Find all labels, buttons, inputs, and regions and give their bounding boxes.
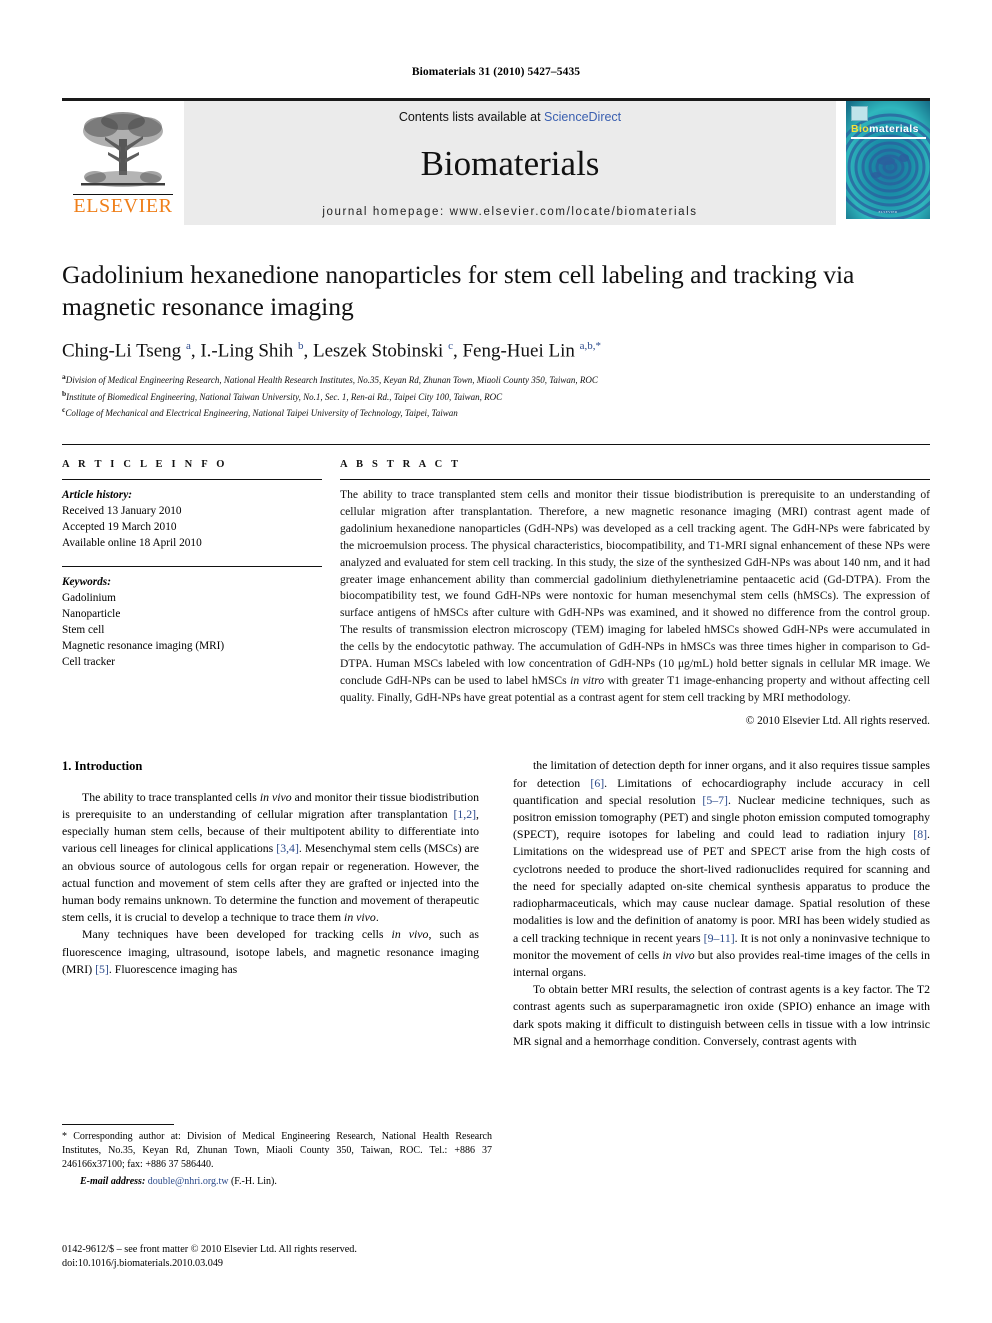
body-column-left: 1. Introduction The ability to trace tra… [62, 757, 479, 1050]
citation-reference[interactable]: [9–11] [704, 931, 735, 945]
article-history-label: Article history: [62, 489, 132, 502]
affiliation-text: Collage of Mechanical and Electrical Eng… [65, 407, 458, 418]
citation-reference[interactable]: [3,4] [276, 841, 299, 855]
affiliation-item: cCollage of Mechanical and Electrical En… [62, 404, 930, 420]
email-label: E-mail address: [80, 1175, 146, 1187]
article-history-item: Received 13 January 2010 [62, 505, 182, 518]
article-info-rule [62, 479, 322, 481]
footnote-rule [62, 1124, 174, 1125]
elsevier-logo: ELSEVIER [62, 101, 184, 225]
masthead-center-band: Contents lists available at ScienceDirec… [184, 101, 836, 225]
journal-masthead: ELSEVIER Contents lists available at Sci… [62, 98, 930, 225]
cover-title-bio: Bio [851, 123, 870, 135]
latin-phrase: in vivo [259, 789, 292, 804]
journal-title: Biomaterials [420, 143, 600, 183]
affiliation-item: aDivision of Medical Engineering Researc… [62, 371, 930, 387]
article-history-item: Accepted 19 March 2010 [62, 521, 177, 534]
citation-reference[interactable]: [6] [590, 776, 604, 790]
citation-reference[interactable]: [5] [95, 962, 109, 976]
section-heading-introduction: 1. Introduction [62, 759, 143, 774]
cover-publisher-mark [851, 106, 868, 121]
affiliation-item: bInstitute of Biomedical Engineering, Na… [62, 388, 930, 404]
body-paragraph: To obtain better MRI results, the select… [513, 982, 930, 1048]
title-block: Gadolinium hexanedione nanoparticles for… [62, 259, 930, 420]
body-paragraph: Many techniques have been developed for … [62, 927, 479, 976]
footnote-block: * Corresponding author at: Division of M… [62, 1124, 492, 1189]
cover-title: Biomaterials [851, 123, 919, 135]
latin-phrase: in vitro [570, 673, 605, 687]
body-paragraph: the limitation of detection depth for in… [513, 758, 931, 979]
keyword-item: Magnetic resonance imaging (MRI) [62, 640, 225, 653]
contents-prefix: Contents lists available at [398, 110, 545, 124]
keywords-label: Keywords: [62, 576, 111, 589]
imprint-line-2: doi:10.1016/j.biomaterials.2010.03.049 [62, 1258, 224, 1270]
running-head: Biomaterials 31 (2010) 5427–5435 [411, 66, 581, 78]
cover-divider [851, 137, 926, 139]
article-history-item: Available online 18 April 2010 [62, 537, 202, 550]
article-info-column: A R T I C L E I N F O Article history: R… [62, 459, 340, 727]
cover-footer-text: ELSEVIER [878, 210, 898, 214]
affiliation-text: Division of Medical Engineering Research… [65, 375, 598, 386]
imprint-line-1: 0142-9612/$ – see front matter © 2010 El… [62, 1244, 357, 1255]
latin-phrase: in vivo [344, 910, 376, 925]
cover-title-rest: materials [869, 123, 919, 135]
affiliation-text: Institute of Biomedical Engineering, Nat… [66, 391, 503, 402]
keywords-group: Keywords: Gadolinium Nanoparticle Stem cel… [62, 574, 322, 670]
abstract-rule [340, 479, 930, 481]
article-history-items: Received 13 January 2010 Accepted 19 Marc… [62, 503, 322, 551]
author-separator: , [303, 340, 313, 362]
keyword-item: Stem cell [62, 624, 105, 637]
author-name: Feng-Huei Lin [462, 340, 580, 362]
latin-phrase: in vivo [391, 927, 429, 942]
keyword-item: Cell tracker [62, 656, 116, 669]
author-list: Ching-Li Tseng a, I.-Ling Shih b, Leszek… [62, 339, 930, 364]
sciencedirect-link[interactable]: ScienceDirect [544, 110, 621, 124]
elsevier-wordmark: ELSEVIER [73, 194, 173, 217]
citation-reference[interactable]: [8] [913, 827, 927, 841]
author-separator: , [190, 340, 201, 362]
affiliation-list: aDivision of Medical Engineering Researc… [62, 371, 930, 420]
keyword-items: Gadolinium Nanoparticle Stem cell Magnetic … [62, 590, 322, 670]
body-columns: 1. Introduction The ability to trace tra… [62, 757, 930, 1050]
email-link[interactable]: double@nhri.org.tw [148, 1176, 229, 1187]
paper-title: Gadolinium hexanedione nanoparticles for… [62, 260, 855, 322]
elsevier-tree-icon [81, 112, 165, 187]
article-history-group: Article history: Received 13 January 201… [62, 487, 322, 551]
author-name: Ching-Li Tseng [62, 340, 186, 362]
email-suffix: (F.-H. Lin). [230, 1175, 277, 1187]
latin-phrase: in vivo [662, 947, 695, 962]
contents-available-line: Contents lists available at ScienceDirec… [399, 110, 621, 124]
body-paragraph: The ability to trace transplanted cells … [62, 789, 479, 925]
keyword-item: Gadolinium [62, 592, 116, 605]
corresponding-author-note: * Corresponding author at: Division of M… [62, 1131, 492, 1171]
article-info-heading: A R T I C L E I N F O [62, 459, 228, 471]
email-note: E-mail address: double@nhri.org.tw (F.-H… [62, 1175, 492, 1189]
author-affiliation-mark: a,b,* [579, 340, 602, 353]
info-abstract-region: A R T I C L E I N F O Article history: R… [62, 444, 930, 727]
author-name: I.-Ling Shih [200, 340, 298, 362]
right-column-paragraphs: the limitation of detection depth for in… [513, 757, 930, 1050]
journal-cover-thumbnail: Biomaterials ELSEVIER [846, 101, 930, 219]
abstract-column: A B S T R A C T The ability to trace tra… [340, 459, 930, 727]
article-page: Biomaterials 31 (2010) 5427–5435 ELSEVIE… [0, 0, 992, 1323]
abstract-heading: A B S T R A C T [340, 459, 462, 471]
author-name: Leszek Stobinski [312, 340, 449, 362]
left-column-paragraphs: The ability to trace transplanted cells … [62, 789, 479, 978]
abstract-text: The ability to trace transplanted stem c… [340, 488, 930, 704]
citation-reference[interactable]: [5–7] [702, 793, 728, 807]
abstract-copyright: © 2010 Elsevier Ltd. All rights reserved… [745, 715, 930, 728]
keywords-rule [62, 566, 322, 568]
journal-homepage-link[interactable]: journal homepage: www.elsevier.com/locat… [322, 206, 697, 218]
keyword-item: Nanoparticle [62, 608, 121, 621]
journal-cover-wrapper: Biomaterials ELSEVIER [836, 101, 930, 225]
body-column-right: the limitation of detection depth for in… [513, 757, 930, 1050]
imprint-block: 0142-9612/$ – see front matter © 2010 El… [62, 1243, 492, 1272]
citation-reference[interactable]: [1,2] [453, 807, 476, 821]
